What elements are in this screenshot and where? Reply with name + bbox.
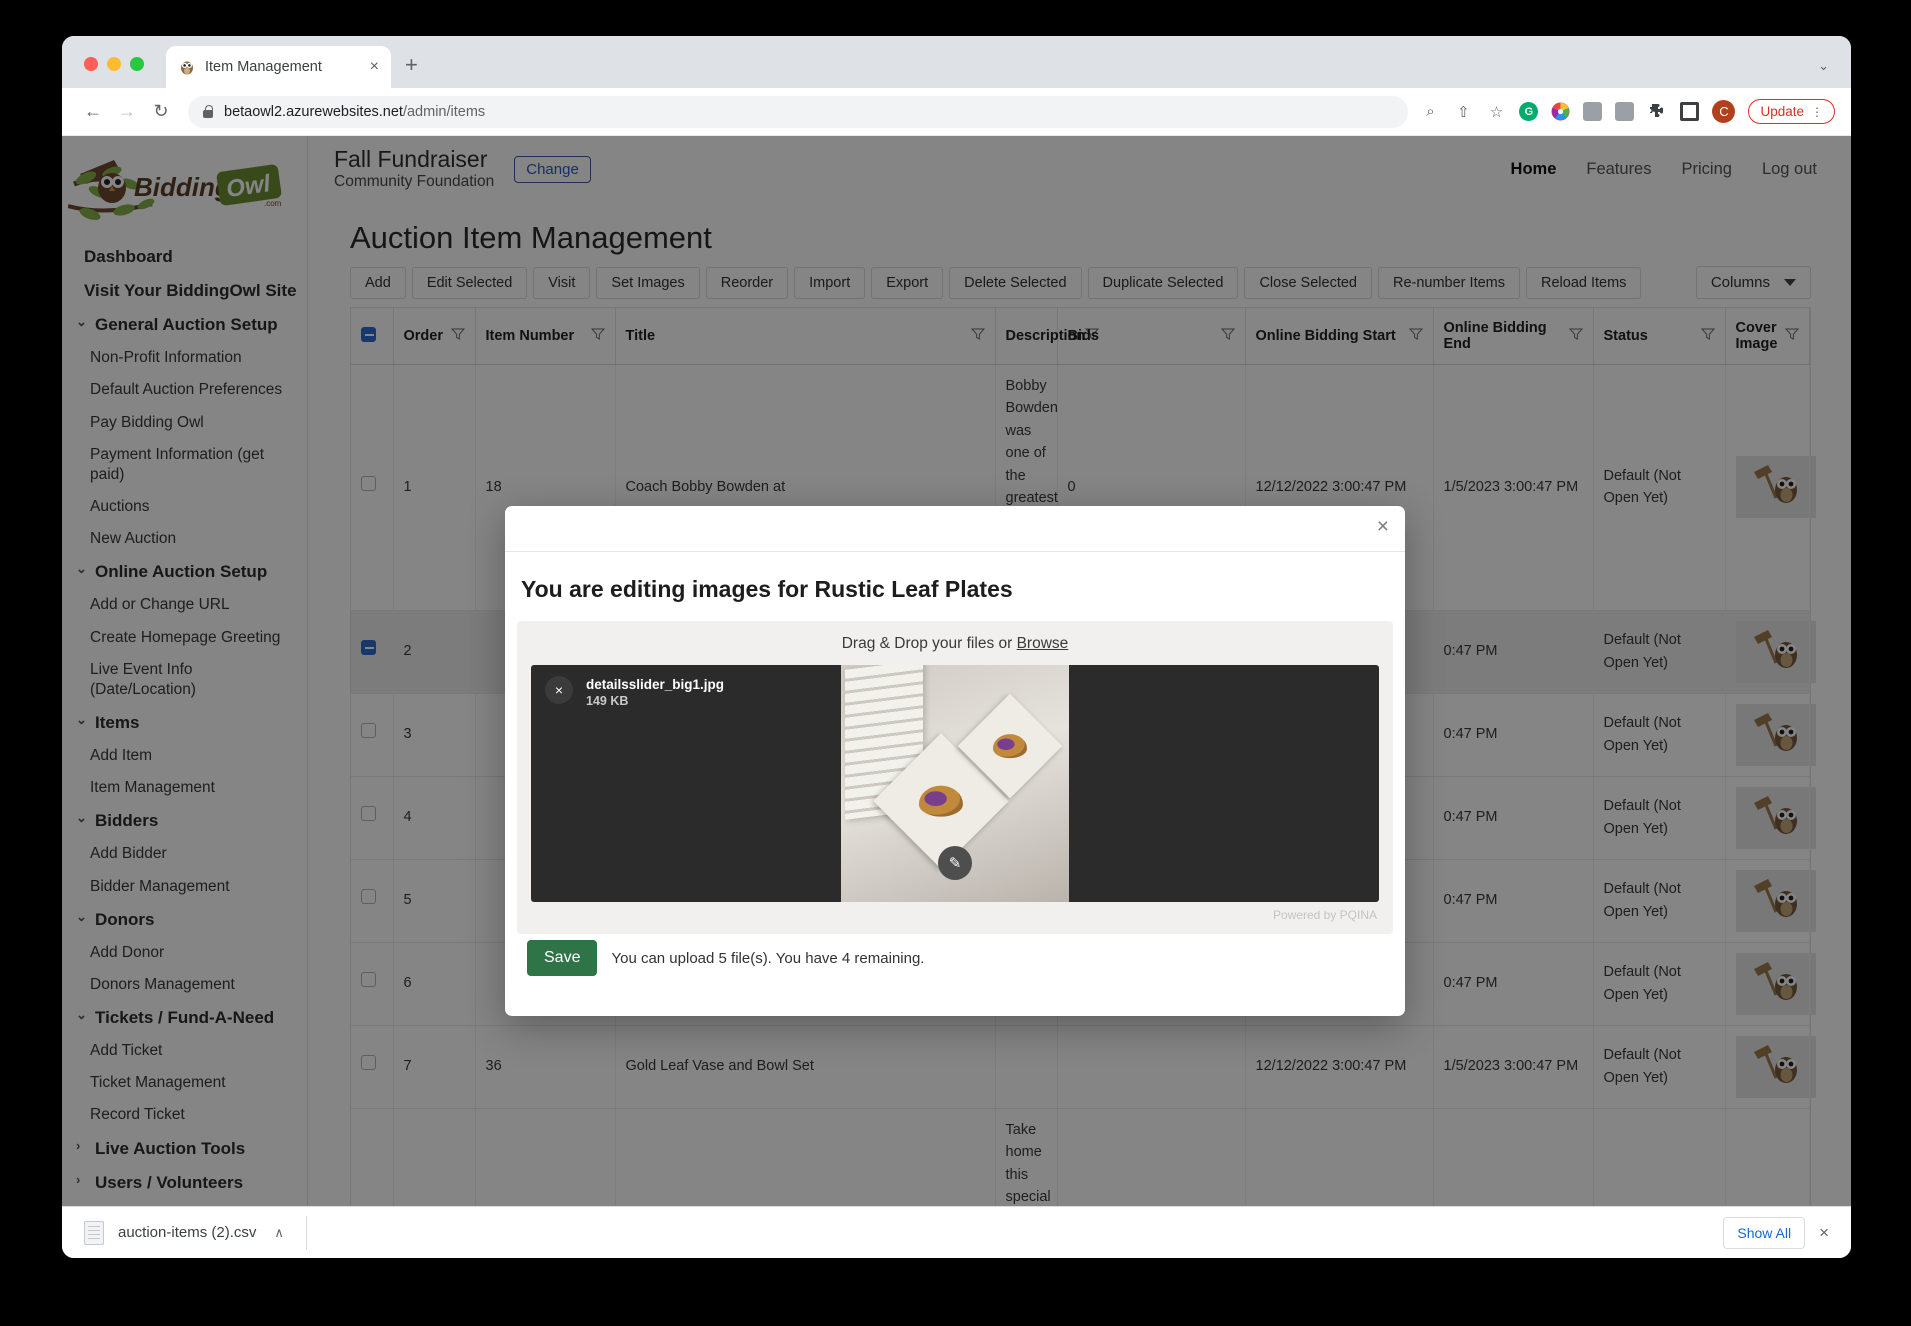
close-icon[interactable]: × <box>1819 1223 1829 1243</box>
chevron-down-icon[interactable]: ⌄ <box>1818 58 1829 74</box>
uploaded-file-card: × detailsslider_big1.jpg 149 KB ✎ <box>531 665 1379 902</box>
back-button[interactable]: ← <box>78 97 108 127</box>
close-window-button[interactable] <box>84 57 98 71</box>
window-controls[interactable] <box>62 57 144 88</box>
close-icon[interactable]: × <box>1377 516 1389 537</box>
save-button[interactable]: Save <box>527 940 597 976</box>
upload-limit-note: You can upload 5 file(s). You have 4 rem… <box>611 950 924 967</box>
downloads-bar: auction-items (2).csv ∧ Show All × <box>62 1206 1851 1258</box>
toolbar-icons: ⌕ ⇧ ☆ G <box>1420 99 1835 124</box>
forward-button[interactable]: → <box>112 97 142 127</box>
screen: Item Management × + ⌄ ← → ↻ betaowl2.azu… <box>0 0 1911 1326</box>
menu-icon[interactable]: ⋮ <box>1811 105 1823 119</box>
tab-title: Item Management <box>205 59 322 75</box>
url-domain: betaowl2.azurewebsites.net <box>224 104 403 120</box>
pointer-extension-icon[interactable] <box>1615 102 1634 121</box>
document-icon <box>84 1221 104 1245</box>
file-meta: × detailsslider_big1.jpg 149 KB <box>545 676 724 708</box>
star-icon[interactable]: ☆ <box>1486 102 1506 122</box>
search-icon[interactable]: ⌕ <box>1420 102 1440 122</box>
show-all-downloads-button[interactable]: Show All <box>1723 1217 1805 1249</box>
download-item[interactable]: auction-items (2).csv ∧ <box>62 1207 284 1258</box>
powered-by-label: Powered by PQINA <box>517 902 1393 922</box>
grammarly-extension-icon[interactable]: G <box>1519 102 1538 121</box>
close-icon[interactable]: × <box>370 59 379 75</box>
dropzone-label: Drag & Drop your files or Browse <box>517 635 1393 665</box>
honey-extension-icon[interactable] <box>1583 102 1602 121</box>
browser-tabstrip: Item Management × + ⌄ <box>62 36 1851 88</box>
maximize-window-button[interactable] <box>130 57 144 71</box>
leaf-pattern <box>993 734 1027 758</box>
modal-title: You are editing images for Rustic Leaf P… <box>505 552 1405 603</box>
dropzone-prefix: Drag & Drop your files or <box>842 635 1017 652</box>
file-dropzone[interactable]: Drag & Drop your files or Browse × detai… <box>517 621 1393 934</box>
remove-file-button[interactable]: × <box>545 676 573 704</box>
puzzle-extensions-icon[interactable] <box>1647 102 1667 122</box>
file-name: detailsslider_big1.jpg <box>586 676 724 694</box>
reload-icon[interactable]: ↻ <box>146 97 176 127</box>
new-tab-button[interactable]: + <box>405 54 418 76</box>
colorwheel-extension-icon[interactable] <box>1551 102 1570 121</box>
minimize-window-button[interactable] <box>107 57 121 71</box>
update-label: Update <box>1760 104 1804 119</box>
lock-icon <box>202 105 214 119</box>
url-text: betaowl2.azurewebsites.net/admin/items <box>224 104 485 120</box>
browser-window: Item Management × + ⌄ ← → ↻ betaowl2.azu… <box>62 36 1851 1258</box>
modal-header: × <box>505 506 1405 552</box>
sidepanel-icon[interactable] <box>1680 102 1699 121</box>
chevron-up-icon[interactable]: ∧ <box>274 1225 284 1241</box>
edit-image-button[interactable]: ✎ <box>938 846 972 880</box>
page-content: Bidding Owl .com Dashboard Visit Your Bi… <box>62 136 1851 1258</box>
avatar[interactable]: C <box>1712 100 1735 123</box>
browser-toolbar: ← → ↻ betaowl2.azurewebsites.net/admin/i… <box>62 88 1851 136</box>
browser-tab[interactable]: Item Management × <box>166 46 391 88</box>
address-bar[interactable]: betaowl2.azurewebsites.net/admin/items <box>188 96 1408 128</box>
file-info: detailsslider_big1.jpg 149 KB <box>586 676 724 708</box>
owl-icon <box>178 58 196 76</box>
share-icon[interactable]: ⇧ <box>1453 102 1473 122</box>
url-path: /admin/items <box>403 104 485 120</box>
file-size: 149 KB <box>586 694 724 708</box>
divider <box>306 1216 307 1250</box>
browse-link[interactable]: Browse <box>1017 635 1069 652</box>
leaf-pattern <box>919 786 963 817</box>
update-button[interactable]: Update ⋮ <box>1748 99 1835 124</box>
download-file-name: auction-items (2).csv <box>118 1224 256 1241</box>
edit-images-modal: × You are editing images for Rustic Leaf… <box>505 506 1405 1016</box>
modal-footer: Save You can upload 5 file(s). You have … <box>505 934 1405 976</box>
